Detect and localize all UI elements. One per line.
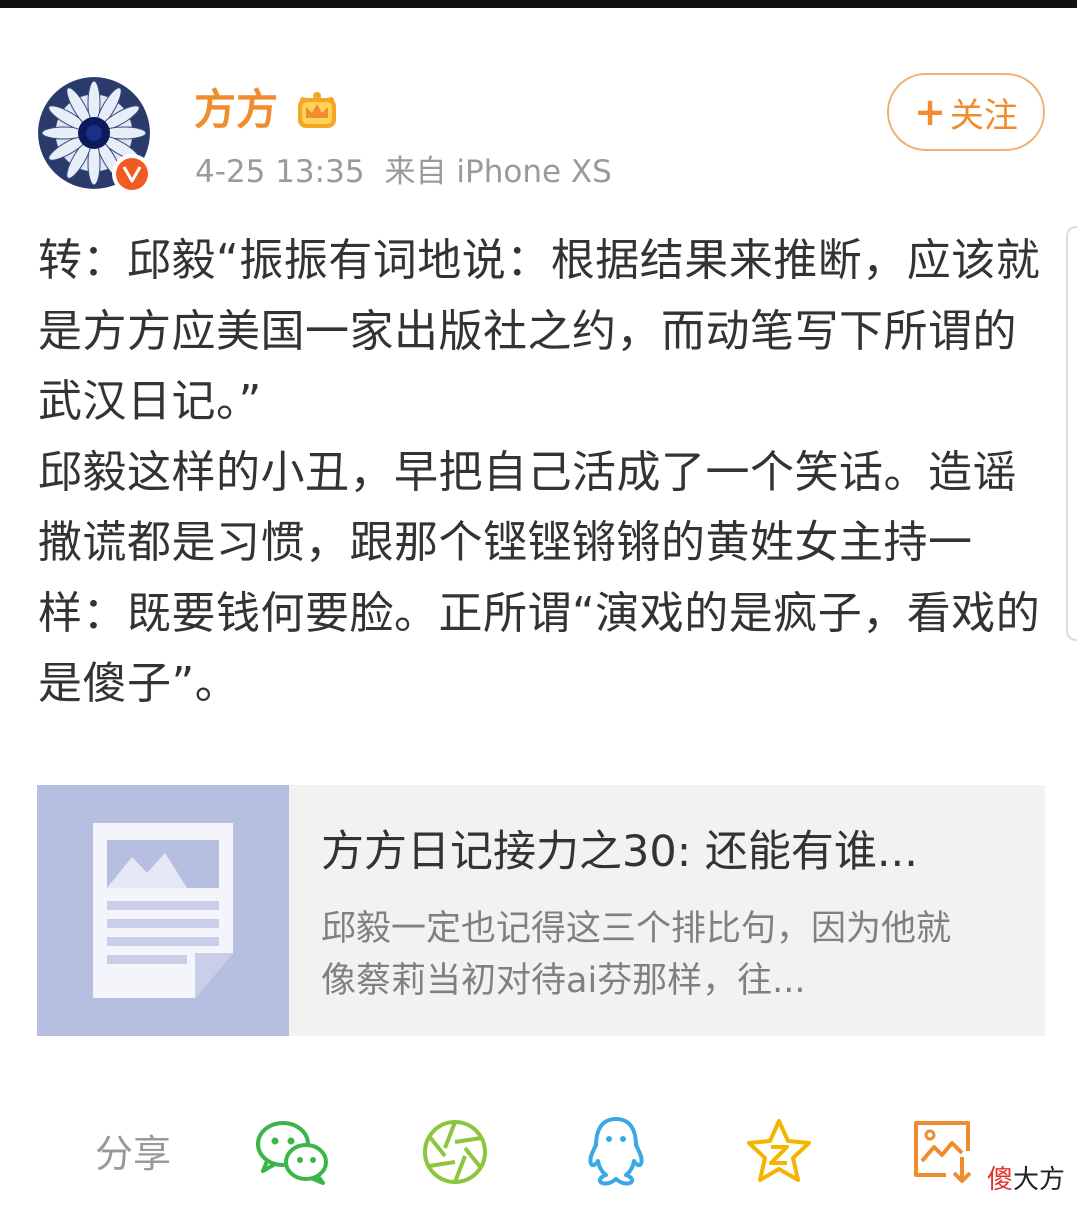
share-label: 分享 <box>95 1132 172 1176</box>
article-link-card[interactable]: 方方日记接力之30: 还能有谁... 邱毅一定也记得这三个排比句，因为他就像蔡莉… <box>37 785 1045 1036</box>
post-body-text: 转：邱毅“振振有词地说：根据结果来推断，应该就是方方应美国一家出版社之约，而动笔… <box>38 235 1041 709</box>
watermark: 傻大方 <box>987 1165 1065 1195</box>
article-description: 邱毅一定也记得这三个排比句，因为他就像蔡莉当初对待ai芬那样，往... <box>321 909 952 1001</box>
verified-badge <box>112 154 152 194</box>
wechat-icon[interactable] <box>255 1117 331 1187</box>
edge-scroll-hint <box>1066 226 1077 641</box>
moments-icon[interactable] <box>421 1118 489 1186</box>
follow-button[interactable]: + 关注 <box>887 73 1045 151</box>
qzone-icon[interactable] <box>745 1117 813 1185</box>
save-image-icon[interactable] <box>910 1117 978 1185</box>
document-placeholder-icon <box>93 823 233 998</box>
vip-crown-icon[interactable] <box>294 88 340 130</box>
verified-v-icon <box>122 166 142 183</box>
follow-label: 关注 <box>949 95 1018 136</box>
plus-icon: + <box>914 90 946 134</box>
post-timestamp: 4-25 13:35 <box>195 154 365 190</box>
post-meta: 4-25 13:35 来自 iPhone XS <box>195 152 632 192</box>
watermark-red-text: 傻 <box>987 1165 1014 1195</box>
article-title: 方方日记接力之30: 还能有谁... <box>321 827 918 877</box>
watermark-black-text: 大方 <box>1013 1165 1066 1195</box>
username[interactable]: 方方 <box>194 84 278 136</box>
article-thumbnail <box>37 785 289 1036</box>
post-source: 来自 iPhone XS <box>384 154 612 190</box>
qq-icon[interactable] <box>584 1115 648 1189</box>
top-edge-bar <box>0 0 1077 8</box>
